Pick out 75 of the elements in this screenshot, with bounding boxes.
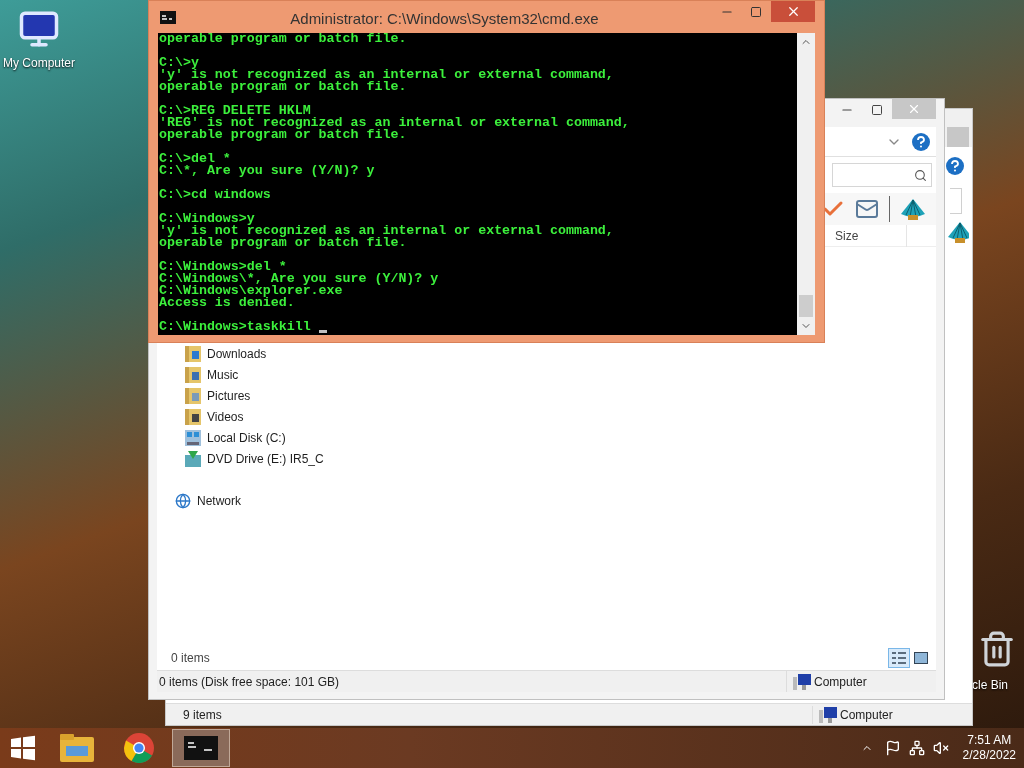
- console-line: operable program or batch file.: [159, 129, 407, 141]
- console-line: C:\>y: [159, 57, 199, 69]
- console-line: operable program or batch file.: [159, 237, 407, 249]
- console-area[interactable]: [158, 33, 797, 335]
- desktop-icon-label[interactable]: cle Bin: [972, 676, 1009, 694]
- disk-drive-icon: [185, 429, 201, 446]
- status-text: Computer: [814, 673, 867, 691]
- console-line: C:\Windows>taskkill: [159, 321, 311, 333]
- pictures-folder-icon: [185, 387, 201, 404]
- column-header[interactable]: Size: [829, 224, 907, 247]
- volume-muted-icon[interactable]: [932, 740, 949, 756]
- desktop-icon-label[interactable]: My Computer: [3, 54, 75, 72]
- console-line: C:\>REG DELETE HKLM: [159, 105, 311, 117]
- maximize-icon: [871, 104, 883, 116]
- console-icon: [184, 736, 218, 760]
- console-line: 'y' is not recognized as an internal or external command,: [159, 69, 614, 81]
- search-field[interactable]: [832, 163, 932, 187]
- shell-icon[interactable]: [947, 221, 969, 243]
- status-text: Computer: [840, 706, 893, 724]
- dvd-drive-icon: [185, 450, 201, 467]
- shell-icon[interactable]: [900, 198, 926, 220]
- computer-icon: [819, 706, 837, 723]
- downloads-folder-icon: [185, 345, 201, 362]
- nav-item[interactable]: Downloads: [207, 344, 267, 363]
- clock[interactable]: 7:51 AM 2/28/2022: [962, 733, 1016, 763]
- envelope-icon[interactable]: [855, 197, 879, 221]
- help-icon[interactable]: [912, 132, 930, 151]
- videos-folder-icon: [185, 408, 201, 425]
- window-title: Administrator: C:\Windows\System32\cmd.exe: [289, 9, 600, 29]
- nav-item[interactable]: Network: [197, 491, 241, 510]
- network-icon: [175, 492, 191, 509]
- console-line: C:\>cd windows: [159, 189, 271, 201]
- status-text: 9 items: [182, 706, 222, 724]
- console-line: C:\Windows>del *: [159, 261, 287, 273]
- console-line: operable program or batch file.: [159, 33, 407, 45]
- music-folder-icon: [185, 366, 201, 383]
- console-line: C:\>del *: [159, 153, 231, 165]
- thumbnails-view-icon: [914, 652, 928, 664]
- item-count: 0 items: [171, 650, 210, 667]
- clock-date: 2/28/2022: [962, 748, 1016, 763]
- console-button[interactable]: [172, 729, 230, 767]
- flag-icon[interactable]: [884, 740, 901, 756]
- maximize-icon: [750, 6, 762, 18]
- browser-icon: [124, 733, 154, 763]
- console-line: Access is denied.: [159, 297, 295, 309]
- nav-item[interactable]: DVD Drive (E:) IR5_C: [207, 449, 324, 468]
- scrollbar[interactable]: [797, 33, 815, 335]
- console-line: C:\Windows\explorer.exe: [159, 285, 343, 297]
- details-view-icon: [892, 652, 906, 664]
- nav-item[interactable]: Local Disk (C:): [207, 428, 286, 447]
- details-view-button[interactable]: [888, 648, 910, 668]
- console-line: 'y' is not recognized as an internal or external command,: [159, 225, 614, 237]
- search-icon: [914, 168, 927, 182]
- close-icon: [907, 102, 921, 116]
- nav-item[interactable]: Videos: [207, 407, 244, 426]
- search-field[interactable]: [950, 188, 962, 214]
- nav-item[interactable]: Pictures: [207, 386, 251, 405]
- start-button[interactable]: [10, 735, 36, 761]
- computer-icon: [793, 673, 811, 690]
- close-button[interactable]: [771, 1, 815, 22]
- console-line: operable program or batch file.: [159, 81, 407, 93]
- console-line: 'REG' is not recognized as an internal or external command,: [159, 117, 630, 129]
- console-line: C:\*, Are you sure (Y/N)? y: [159, 165, 375, 177]
- console-line: C:\Windows>y: [159, 213, 255, 225]
- text-cursor: [318, 330, 327, 333]
- status-text: 0 items (Disk free space: 101 GB): [158, 673, 340, 691]
- scroll-thumb[interactable]: [799, 295, 813, 317]
- console-icon: [160, 11, 176, 24]
- help-icon[interactable]: [946, 157, 964, 175]
- recycle-bin-icon[interactable]: [978, 630, 1016, 668]
- clock-time: 7:51 AM: [967, 733, 1012, 748]
- network-icon[interactable]: [908, 740, 925, 756]
- folder-icon: [60, 734, 94, 762]
- console-line: C:\Windows\*, Are you sure (Y/N)? y: [159, 273, 439, 285]
- nav-item[interactable]: Music: [207, 365, 239, 384]
